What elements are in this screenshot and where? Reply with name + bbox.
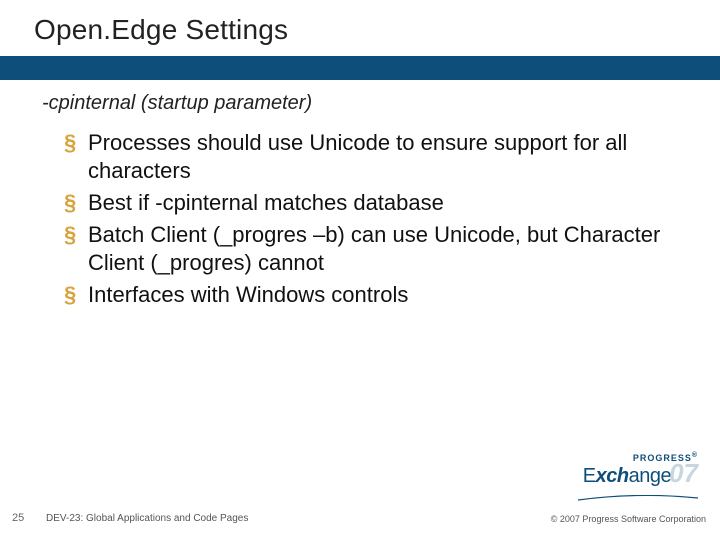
logo-exchange-word: Exchange <box>583 465 671 488</box>
swoosh-icon <box>578 495 698 501</box>
footer: PROGRESS® Exchange 07 25 DEV-23: Global … <box>0 474 720 530</box>
slide-title: Open.Edge Settings <box>34 14 720 46</box>
logo-letter: xch <box>596 465 629 487</box>
title-area: Open.Edge Settings <box>0 0 720 56</box>
bullet-icon: § <box>64 189 88 217</box>
bullet-icon: § <box>64 221 88 249</box>
bullet-icon: § <box>64 281 88 309</box>
list-item: § Batch Client (_progres –b) can use Uni… <box>64 221 676 277</box>
slide: Open.Edge Settings -cpinternal (startup … <box>0 0 720 540</box>
list-item: § Best if -cpinternal matches database <box>64 189 676 217</box>
list-item: § Interfaces with Windows controls <box>64 281 676 309</box>
bullet-text: Best if -cpinternal matches database <box>88 189 444 217</box>
copyright-text: © 2007 Progress Software Corporation <box>551 514 706 524</box>
list-item: § Processes should use Unicode to ensure… <box>64 129 676 185</box>
progress-exchange-logo: PROGRESS® Exchange 07 <box>578 452 698 506</box>
logo-year: 07 <box>669 463 698 483</box>
bullet-list: § Processes should use Unicode to ensure… <box>0 129 720 309</box>
logo-main-row: Exchange 07 <box>578 463 698 488</box>
bullet-text: Batch Client (_progres –b) can use Unico… <box>88 221 676 277</box>
slide-subtitle: -cpinternal (startup parameter) <box>0 80 720 129</box>
footer-doc-title: DEV-23: Global Applications and Code Pag… <box>46 513 248 524</box>
logo-letter: ange <box>629 465 672 487</box>
slide-number: 25 <box>12 512 24 524</box>
logo-letter: E <box>583 465 596 487</box>
bullet-text: Interfaces with Windows controls <box>88 281 408 309</box>
accent-bar <box>0 56 720 80</box>
bullet-text: Processes should use Unicode to ensure s… <box>88 129 676 185</box>
bullet-icon: § <box>64 129 88 157</box>
